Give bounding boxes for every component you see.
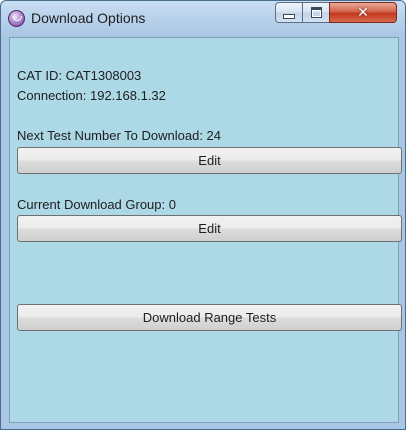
download-options-window: Download Options ✕ CAT ID: CAT1308003 Co… [0, 0, 406, 430]
edit-download-group-button-label: Edit [198, 221, 221, 236]
window-title: Download Options [31, 10, 146, 26]
cat-id-label: CAT ID: CAT1308003 [17, 68, 142, 83]
download-range-tests-button-label: Download Range Tests [142, 310, 277, 325]
download-range-tests-button[interactable]: Download Range Tests [17, 304, 402, 331]
minimize-button[interactable] [275, 2, 303, 23]
maximize-button[interactable] [302, 2, 330, 23]
title-bar[interactable]: Download Options ✕ [1, 1, 405, 37]
edit-next-test-button-label: Edit [198, 153, 221, 168]
connection-label: Connection: 192.168.1.32 [17, 88, 166, 103]
edit-next-test-button[interactable]: Edit [17, 147, 402, 174]
download-group-label: Current Download Group: 0 [17, 197, 176, 212]
close-button[interactable]: ✕ [329, 2, 397, 23]
close-icon: ✕ [357, 4, 369, 21]
next-test-number-label: Next Test Number To Download: 24 [17, 128, 222, 143]
edit-download-group-button[interactable]: Edit [17, 215, 402, 242]
minimize-icon [283, 14, 295, 19]
maximize-icon [310, 7, 322, 18]
app-icon [8, 10, 25, 27]
